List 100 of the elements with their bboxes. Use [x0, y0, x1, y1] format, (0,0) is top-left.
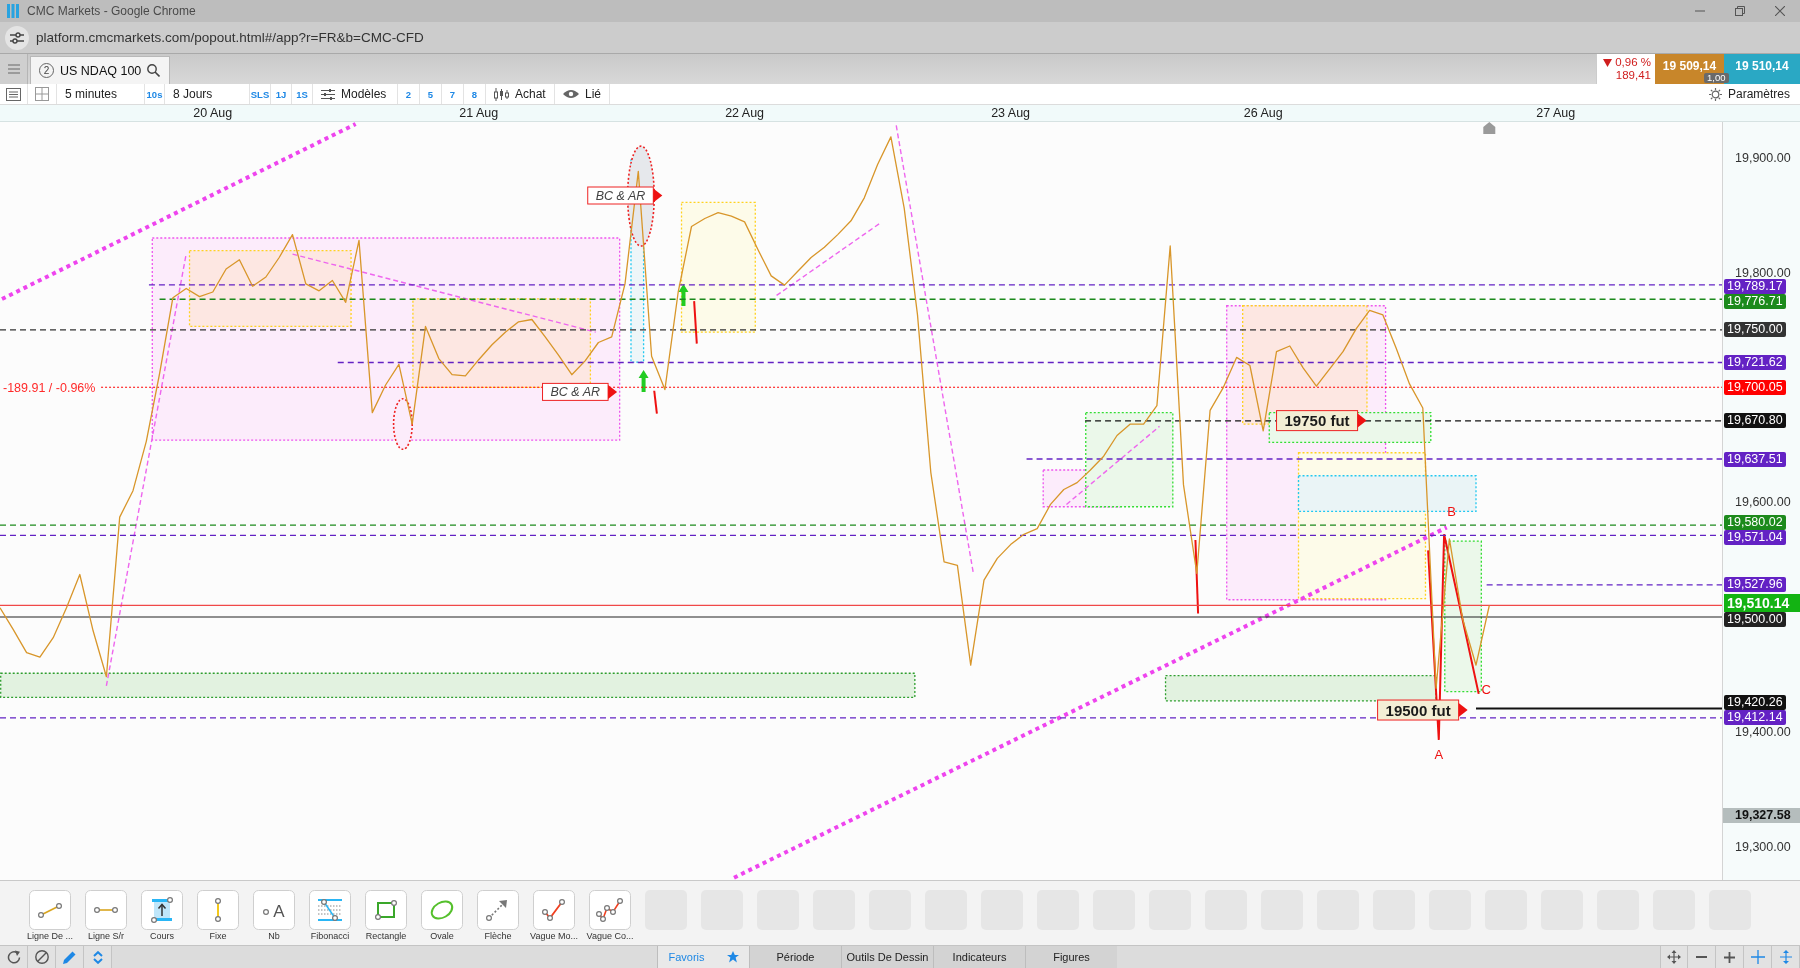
address-field[interactable]: platform.cmcmarkets.com/popout.html#/app?r=FR&b=CMC-CFD	[36, 30, 424, 45]
template-shortcut[interactable]: 2	[398, 84, 420, 104]
annotation: 19500 fut	[1385, 701, 1451, 719]
text-tool-icon: A	[253, 890, 295, 930]
star-icon	[726, 951, 739, 963]
interval-selector[interactable]: 5 minutes	[57, 84, 145, 104]
drawing-tool-button[interactable]: Vague Mo...	[526, 890, 582, 942]
price-label: 19,721.62	[1724, 355, 1786, 370]
interval-shortcut[interactable]: 10s	[145, 84, 165, 104]
price-marker-label: 19,327.58	[1723, 807, 1800, 823]
prohibited-icon	[34, 950, 49, 964]
templates-button[interactable]: Modèles	[313, 84, 398, 104]
refresh-icon	[6, 950, 21, 964]
wave-point-label: A	[1434, 746, 1444, 762]
drawing-tool-button[interactable]: Ligne De ...	[22, 890, 78, 942]
minimize-icon	[1695, 10, 1705, 12]
change-points: 189,41	[1615, 69, 1651, 82]
drawing-tool-button[interactable]: Cours	[134, 890, 190, 942]
spread-label: 1,00	[1704, 73, 1729, 83]
refresh-button[interactable]	[0, 946, 28, 968]
drawing-tool-button[interactable]: Flèche	[470, 890, 526, 942]
date-label: 22 Aug	[725, 106, 765, 120]
sliders-icon	[321, 88, 335, 100]
settings-icon	[1708, 87, 1722, 101]
candlestick-icon	[494, 87, 509, 101]
clear-button[interactable]	[28, 946, 56, 968]
change-percent: 0,96 %	[1615, 56, 1651, 69]
trend-line	[693, 300, 698, 345]
price-label: 19,789.17	[1724, 279, 1786, 295]
buy-button[interactable]: Achat	[486, 84, 555, 104]
annotation: BC & AR	[595, 188, 646, 203]
template-shortcut[interactable]: 8	[464, 84, 486, 104]
price-tick-label: 19,400.00	[1735, 724, 1791, 739]
chevrons-icon	[92, 950, 103, 964]
period-shortcut[interactable]: 1S	[292, 84, 313, 104]
price-label: 19,420.26	[1724, 694, 1786, 710]
fit-button[interactable]	[1772, 946, 1800, 968]
annotation: BC & AR	[550, 384, 601, 399]
rectangle-icon	[365, 890, 407, 930]
period-shortcut[interactable]: SLS	[250, 84, 271, 104]
drawing-tool-button[interactable]: A Nb	[246, 890, 302, 942]
wave-point-label: B	[1447, 504, 1456, 520]
last-price-label: 19,510.14	[1724, 593, 1800, 612]
price-label: 19,527.96	[1724, 577, 1786, 593]
price-label: 19,750.00	[1724, 322, 1786, 338]
site-info-button[interactable]	[5, 25, 29, 50]
search-icon	[147, 64, 161, 77]
plus-icon	[1724, 951, 1735, 963]
instrument-tab[interactable]: 2 US NDAQ 100	[30, 56, 171, 84]
callout-label: BC & AR	[587, 186, 663, 205]
settings-button[interactable]: Paramètres	[1700, 84, 1800, 104]
fibonacci-icon	[309, 890, 351, 930]
restore-icon	[1735, 6, 1745, 16]
zoom-out-button[interactable]	[1688, 946, 1716, 968]
price-tick-label: 19,600.00	[1735, 495, 1791, 510]
drawing-tool-button[interactable]: Fibonacci	[302, 890, 358, 942]
date-label: 26 Aug	[1243, 106, 1283, 120]
minus-icon	[1696, 956, 1707, 958]
collapse-button[interactable]	[84, 946, 112, 968]
eye-icon	[563, 89, 579, 99]
wave-point-label: C	[1481, 682, 1491, 698]
link-button[interactable]: Lié	[555, 84, 610, 104]
up-arrow-marker	[678, 283, 689, 306]
price-label: 19,580.02	[1724, 515, 1786, 531]
drawing-tool-button[interactable]: Fixe	[190, 890, 246, 942]
template-shortcut[interactable]: 5	[420, 84, 442, 104]
drawing-tool-button[interactable]: Vague Co...	[582, 890, 638, 942]
price-tick-label: 19,300.00	[1735, 839, 1791, 854]
tune-icon	[10, 31, 24, 44]
close-icon	[1775, 6, 1785, 16]
price-tick-label: 19,900.00	[1735, 150, 1791, 165]
price-label: 19,776.71	[1724, 294, 1786, 310]
period-selector[interactable]: 8 Jours	[165, 84, 250, 104]
date-label: 20 Aug	[193, 106, 233, 120]
panel-tab[interactable]: Figures	[1025, 946, 1117, 968]
panel-tab[interactable]: Indicateurs	[933, 946, 1025, 968]
drawing-tool-button[interactable]: Ovale	[414, 890, 470, 942]
panel-tab[interactable]: Outils De Dessin	[841, 946, 933, 968]
date-label: 23 Aug	[991, 106, 1031, 120]
period-shortcut[interactable]: 1J	[271, 84, 292, 104]
ellipse-marker	[392, 398, 414, 451]
draw-button[interactable]	[56, 946, 84, 968]
app-logo-icon	[7, 4, 19, 18]
price-label: 19,637.51	[1724, 451, 1786, 467]
template-shortcut[interactable]: 7	[442, 84, 464, 104]
vertical-arrows-icon	[1779, 950, 1792, 964]
trend-line	[653, 389, 658, 415]
date-label: 27 Aug	[1536, 106, 1576, 120]
zigzag-icon	[533, 890, 575, 930]
panel-tab[interactable]: Période	[749, 946, 841, 968]
drawing-tool-button[interactable]: Rectangle	[358, 890, 414, 942]
menu-icon	[7, 64, 20, 74]
zoom-in-button[interactable]	[1716, 946, 1744, 968]
pan-button[interactable]	[1660, 946, 1688, 968]
pencil-icon	[63, 950, 76, 964]
callout-label: 19750 fut	[1276, 410, 1367, 432]
callout-label: BC & AR	[542, 382, 618, 401]
drawing-tool-button[interactable]: Ligne S/r	[78, 890, 134, 942]
price-tick-label: 19,800.00	[1735, 265, 1791, 280]
date-label: 21 Aug	[459, 106, 499, 120]
